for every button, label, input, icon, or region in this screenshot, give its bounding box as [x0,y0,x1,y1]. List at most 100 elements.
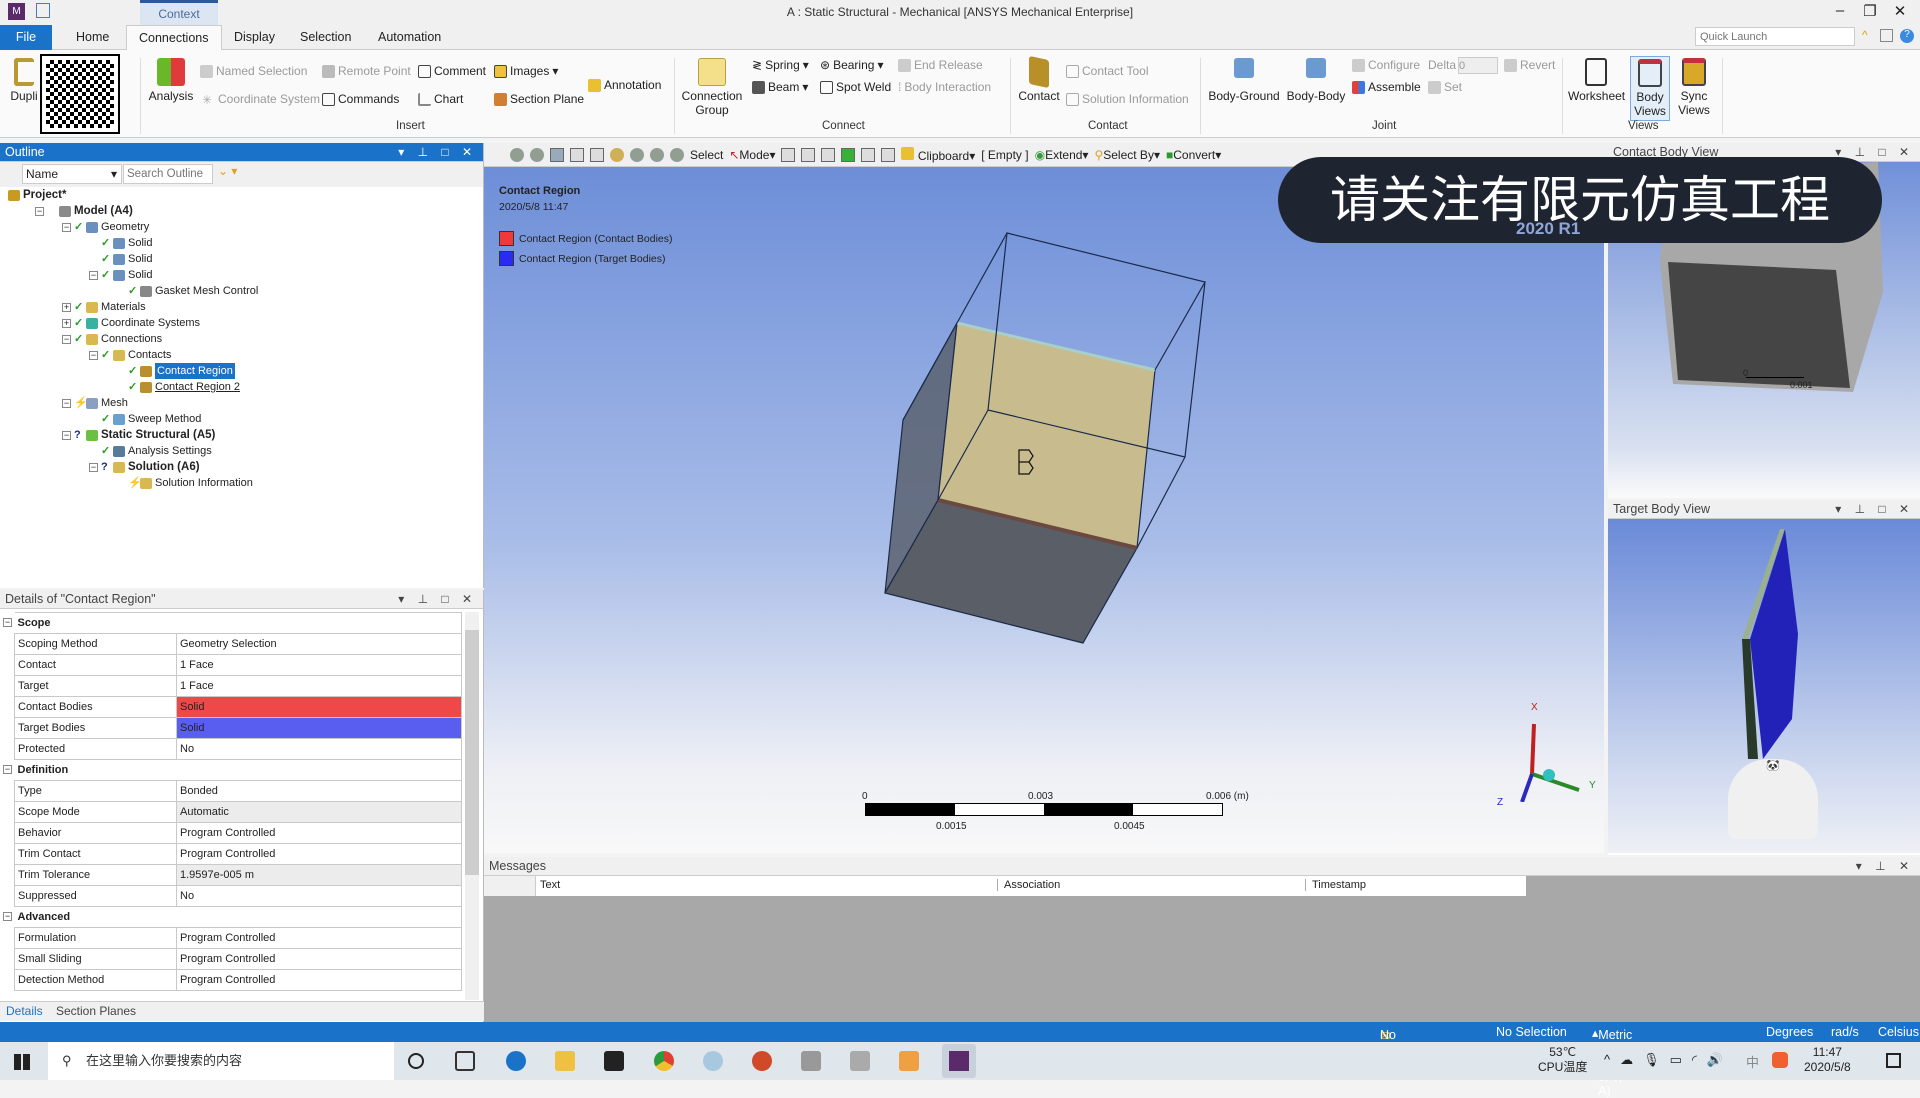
section-plane-button[interactable]: Section Plane [494,92,584,106]
property-row[interactable]: Protected No [14,738,462,760]
sogou-icon[interactable] [1772,1052,1788,1068]
expand-toggle[interactable]: − [62,431,71,440]
collapse-toggle[interactable]: − [3,912,12,921]
panel-controls[interactable]: ▾ ⊥ ✕ [1856,857,1914,876]
close-button[interactable]: ✕ [1886,2,1914,20]
property-row[interactable]: Formulation Program Controlled [14,927,462,949]
zoom-box-icon[interactable] [650,147,664,162]
tab-home[interactable]: Home [64,25,121,50]
axis-triad[interactable] [1494,702,1594,802]
expand-toggle[interactable]: − [62,399,71,408]
tree-item[interactable]: ✓ Contact Region 2 [128,379,240,395]
panel-controls[interactable]: ▾ ⊥ □ ✕ [398,590,477,609]
tree-item[interactable]: ? Solution (A6) [101,459,200,475]
help-icon[interactable]: ? [1900,29,1914,43]
property-value[interactable]: Solid [176,717,462,739]
section-header[interactable]: Scope [14,612,462,634]
quick-launch-input[interactable] [1695,27,1855,46]
tree-item[interactable]: ? Static Structural (A5) [74,427,215,443]
commands-button[interactable]: Commands [322,92,399,106]
chrome-icon[interactable] [654,1051,674,1071]
chart-button[interactable]: Chart [418,92,463,106]
collapse-toggle[interactable]: − [3,765,12,774]
edge-icon[interactable] [506,1051,526,1071]
property-value[interactable]: Program Controlled [176,927,462,949]
convert-button[interactable]: ■Convert▾ [1166,148,1221,162]
sync-views-button[interactable]: Sync Views [1674,58,1714,117]
property-value[interactable]: 1 Face [176,654,462,676]
set-button[interactable]: Set [1428,80,1462,94]
solution-information-button[interactable]: Solution Information [1066,92,1189,106]
spot-weld-button[interactable]: Spot Weld [820,80,891,94]
ime-indicator[interactable]: 中 [1746,1052,1759,1071]
restore-button[interactable]: ❐ [1856,2,1884,20]
body-interaction-button[interactable]: ⁞ Body Interaction [898,80,991,94]
mechanical-app-button[interactable] [942,1044,976,1078]
angle-unit[interactable]: Degrees [1766,1025,1813,1039]
property-value[interactable]: Bonded [176,780,462,802]
zoom-out-icon[interactable] [530,147,544,162]
tab-connections[interactable]: Connections [126,25,222,50]
column-association[interactable]: Association [1000,879,1306,891]
bearing-button[interactable]: ⊛ Bearing ▾ [820,58,883,72]
tree-item[interactable]: ✓ Materials [74,299,146,315]
tree-item[interactable]: ✓ Contacts [101,347,171,363]
clipboard-button[interactable]: Clipboard▾ [901,146,975,163]
worksheet-button[interactable]: Worksheet [1568,58,1625,103]
tab-file[interactable]: File [0,25,52,50]
taskbar-search[interactable]: ⚲ 在这里输入你要搜索的内容 [48,1042,394,1080]
select-by-button[interactable]: ⚲Select By▾ [1094,148,1160,162]
details-scrollbar[interactable] [465,612,479,1000]
windows-start-icon[interactable] [14,1054,30,1070]
property-value[interactable]: Program Controlled [176,969,462,991]
property-value[interactable]: Program Controlled [176,948,462,970]
select-body-icon[interactable] [841,147,856,162]
paint-icon[interactable] [703,1051,723,1071]
column-timestamp[interactable]: Timestamp [1308,879,1366,891]
tree-item[interactable]: ✓ Solid [101,267,152,283]
property-value[interactable]: Solid [176,696,462,718]
extend-button[interactable]: ◉Extend▾ [1035,148,1089,162]
pan-icon[interactable] [610,147,624,162]
panel-controls[interactable]: ▾ ⊥ □ ✕ [398,143,477,162]
tree-item[interactable]: ✓ Sweep Method [101,411,201,427]
tree-item[interactable]: ⚡ Solution Information [128,475,253,491]
cortana-icon[interactable] [408,1053,424,1069]
analysis-button[interactable]: Analysis [148,58,194,103]
body-views-button[interactable]: Body Views [1630,56,1670,121]
tree-item[interactable]: ✓ Coordinate Systems [74,315,200,331]
tab-section-planes[interactable]: Section Planes [56,1004,136,1018]
beam-button[interactable]: Beam ▾ [752,80,808,94]
notification-icon[interactable] [1886,1053,1901,1068]
property-row[interactable]: Contact Bodies Solid [14,696,462,718]
annotation-button[interactable]: Annotation [588,78,661,92]
property-row[interactable]: Target 1 Face [14,675,462,697]
select-vertex-icon[interactable] [781,147,796,162]
property-row[interactable]: Detection Method Program Controlled [14,969,462,991]
graphics-viewport[interactable]: Contact Region 2020/5/8 11:47 Contact Re… [484,167,1604,853]
duplicate-button[interactable]: Dupli [6,58,42,103]
tab-display[interactable]: Display [222,25,287,50]
rotate-icon[interactable] [590,147,604,162]
tab-automation[interactable]: Automation [366,25,453,50]
select-element-icon[interactable] [861,147,876,162]
property-row[interactable]: Target Bodies Solid [14,717,462,739]
images-button[interactable]: Images ▾ [494,64,558,78]
rotational-unit[interactable]: rad/s [1831,1025,1859,1039]
select-face-icon[interactable] [821,147,836,162]
remote-point-button[interactable]: Remote Point [322,64,411,78]
search-outline-input[interactable] [123,164,213,184]
unit-system[interactable]: ▴ Metric (m, kg, N, s, V, A) [1592,1025,1632,1098]
expand-toggle[interactable]: + [62,303,71,312]
property-row[interactable]: Small Sliding Program Controlled [14,948,462,970]
collapse-ribbon-icon[interactable]: ^ [1862,28,1868,42]
tree-item[interactable]: Project* [8,187,66,203]
property-row[interactable]: Scoping Method Geometry Selection [14,633,462,655]
doc-app-icon[interactable] [801,1051,821,1071]
property-value[interactable]: 1.9597e-005 m [176,864,462,886]
shaded-view-icon[interactable] [550,147,564,162]
property-row[interactable]: Contact 1 Face [14,654,462,676]
minimize-button[interactable]: – [1826,2,1854,19]
filter-select[interactable]: Name ▾ [22,164,122,184]
column-text[interactable]: Text [536,879,998,891]
